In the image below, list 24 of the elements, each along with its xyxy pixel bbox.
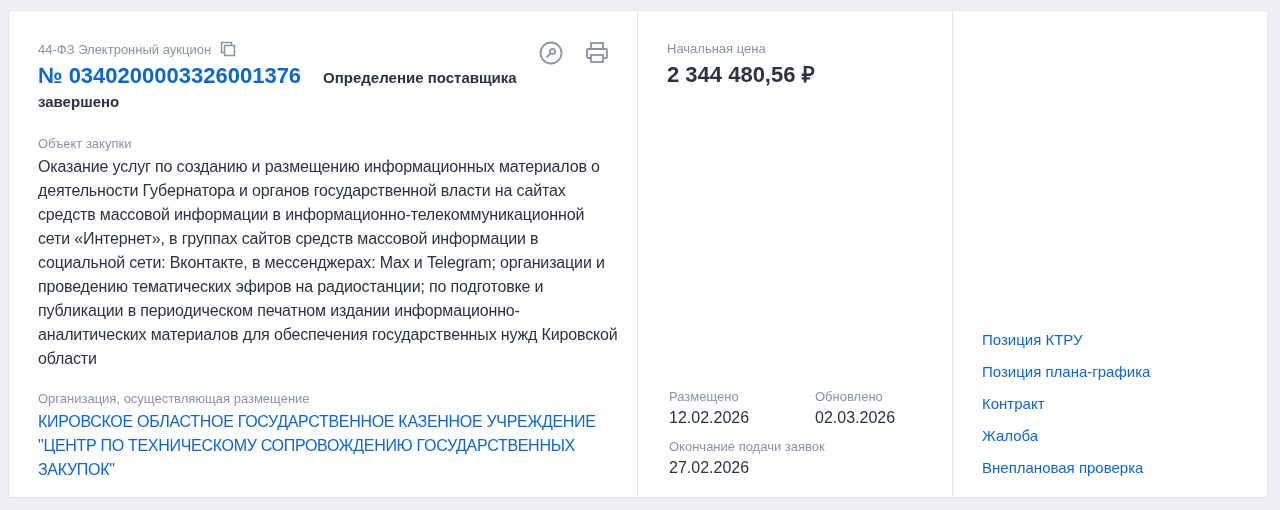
related-link[interactable]: Контракт (982, 393, 1247, 415)
date-label: Обновлено (815, 389, 884, 404)
date-value: 27.02.2026 (669, 459, 751, 477)
copy-icon[interactable] (220, 41, 237, 57)
print-icon[interactable] (585, 41, 609, 65)
date-label: Размещено (669, 389, 740, 404)
related-link[interactable]: Внеплановая проверка (982, 457, 1247, 479)
date-value: 02.03.2026 (815, 409, 897, 427)
procurement-number-link[interactable]: № 0340200003326001376 (38, 63, 302, 88)
field-label: Организация, осуществляющая размещение (38, 391, 311, 406)
key-icon[interactable] (539, 41, 563, 65)
related-link[interactable]: Жалоба (982, 425, 1247, 447)
procurement-description: Оказание услуг по созданию и размещению информационных материалов о деятельности Губернатора и органов государственной власти на сайтах средств массовой информации в информационно-телекоммуникационной сети «Интернет», в группах сайтов средств массовой информации в социальной сети: Вконтакте, в мессенджерах: Max и Telegram; организации и проведению тематических эфиров на радиостанции; по подготовке и публикации в периодическом печатном издании информационно-аналитических материалов для обеспечения государственных нужд Кировской области (38, 157, 618, 369)
price-label: Начальная цена (667, 41, 767, 56)
procurement-type: 44-ФЗ Электронный аукцион (38, 41, 212, 57)
date-value: 12.02.2026 (669, 409, 751, 427)
price-value: 2 344 480,56 ₽ (667, 61, 816, 88)
organization-link[interactable]: КИРОВСКОЕ ОБЛАСТНОЕ ГОСУДАРСТВЕННОЕ КАЗЕННОЕ УЧРЕЖДЕНИЕ "ЦЕНТР ПО ТЕХНИЧЕСКОМУ СОПРОВОЖДЕНИЮ ГОСУДАРСТВЕННЫХ ЗАКУПОК" (38, 410, 613, 482)
date-label: Окончание подачи заявок (669, 439, 826, 454)
field-label: Объект закупки (38, 136, 133, 151)
status-text: Определение поставщика (323, 68, 517, 88)
related-link[interactable]: Позиция КТРУ (982, 329, 1247, 351)
status-text: завершено (38, 92, 120, 112)
related-link[interactable]: Позиция плана-графика (982, 361, 1247, 383)
